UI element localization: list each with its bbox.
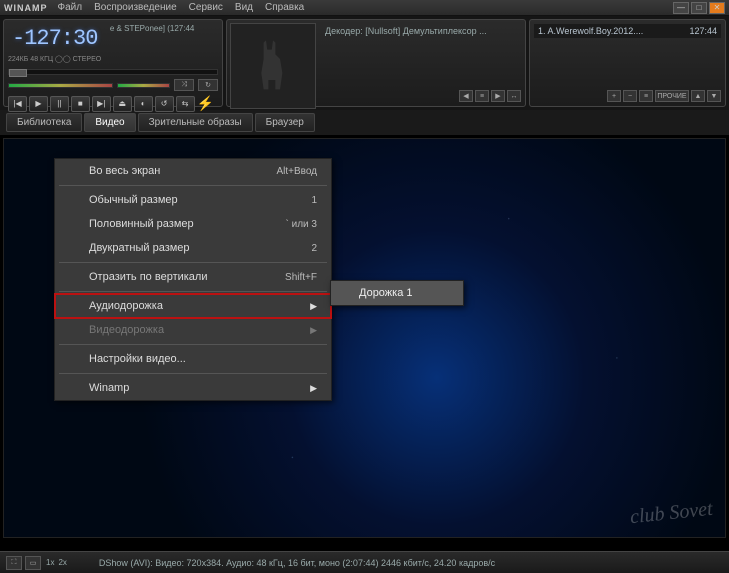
ctx-fullscreen[interactable]: Во весь экранAlt+Ввод <box>55 159 331 183</box>
ctx-audio-track[interactable]: Аудиодорожка▶ <box>55 294 331 318</box>
context-menu: Во весь экранAlt+Ввод Обычный размер1 По… <box>54 158 332 401</box>
ctx-video-track: Видеодорожка▶ <box>55 318 331 342</box>
chevron-right-icon: ▶ <box>310 325 317 336</box>
pl-other-button[interactable]: ПРОЧИЕ <box>655 90 689 102</box>
seek-thumb[interactable] <box>9 69 27 77</box>
app-brand: WINAMP <box>4 3 48 13</box>
volume-slider[interactable] <box>8 83 113 88</box>
song-meta: 224КБ 48 КГЦ ◯◯ СТЕРЕО <box>8 55 218 63</box>
status-normal-button[interactable]: ▭ <box>25 556 41 570</box>
ctx-video-settings[interactable]: Настройки видео... <box>55 347 331 371</box>
player-display-panel: -127:30 e & STEPonee] (127:44 224КБ 48 К… <box>3 19 223 107</box>
play-button[interactable]: ▶ <box>29 96 48 112</box>
tab-bar: Библиотека Видео Зрительные образы Брауз… <box>0 110 729 135</box>
aux3-button[interactable]: ⇆ <box>176 96 195 112</box>
playlist-item[interactable]: 1. A.Werewolf.Boy.2012.... 127:44 <box>534 24 721 38</box>
next-button[interactable]: ▶| <box>92 96 111 112</box>
repeat-toggle[interactable]: ↻ <box>198 79 218 91</box>
menu-view[interactable]: Вид <box>235 2 253 13</box>
playlist-panel: 1. A.Werewolf.Boy.2012.... 127:44 + − ≡ … <box>529 19 726 107</box>
shuffle-toggle[interactable]: ⤨ <box>174 79 194 91</box>
audio-track-submenu: Дорожка 1 <box>330 280 464 306</box>
ctx-separator <box>59 185 327 186</box>
pl-add-button[interactable]: + <box>607 90 621 102</box>
zoom-2x[interactable]: 2x <box>58 558 66 567</box>
pl-rem-button[interactable]: − <box>623 90 637 102</box>
decoder-panel: Декодер: [Nullsoft] Демультиплексор ... … <box>226 19 526 107</box>
seek-bar[interactable] <box>8 69 218 75</box>
ctx-separator <box>59 262 327 263</box>
playlist-item-time: 127:44 <box>689 26 717 36</box>
menu-playback[interactable]: Воспроизведение <box>94 2 177 13</box>
zoom-1x[interactable]: 1x <box>46 558 54 567</box>
album-art <box>230 23 316 109</box>
llama-icon <box>248 38 298 94</box>
minimize-button[interactable]: — <box>673 2 689 14</box>
time-display[interactable]: -127:30 <box>8 24 101 53</box>
ctx-separator <box>59 344 327 345</box>
ctx-separator <box>59 373 327 374</box>
pl-misc-button[interactable]: ≡ <box>639 90 653 102</box>
pl-up-button[interactable]: ▲ <box>691 90 705 102</box>
ctx-double-size[interactable]: Двукратный размер2 <box>55 236 331 260</box>
tab-vis[interactable]: Зрительные образы <box>138 113 253 132</box>
chevron-right-icon: ▶ <box>310 301 317 312</box>
dec-stretch-button[interactable]: ↔ <box>507 90 521 102</box>
dec-next-button[interactable]: ▶ <box>491 90 505 102</box>
balance-slider[interactable] <box>117 83 170 88</box>
maximize-button[interactable]: □ <box>691 2 707 14</box>
tab-browser[interactable]: Браузер <box>255 113 315 132</box>
aux2-button[interactable]: ↺ <box>155 96 174 112</box>
close-button[interactable]: ✕ <box>709 2 725 14</box>
pause-button[interactable]: || <box>50 96 69 112</box>
stop-button[interactable]: ■ <box>71 96 90 112</box>
prev-button[interactable]: |◀ <box>8 96 27 112</box>
ctx-flip-vertical[interactable]: Отразить по вертикалиShift+F <box>55 265 331 289</box>
player-top-row: -127:30 e & STEPonee] (127:44 224КБ 48 К… <box>0 16 729 110</box>
playlist-item-title: 1. A.Werewolf.Boy.2012.... <box>538 26 643 36</box>
menu-help[interactable]: Справка <box>265 2 304 13</box>
decoder-value: [Nullsoft] Демультиплексор ... <box>365 26 486 36</box>
tab-library[interactable]: Библиотека <box>6 113 82 132</box>
status-info: DShow (AVI): Видео: 720x384. Аудио: 48 к… <box>99 558 495 568</box>
ctx-separator <box>59 291 327 292</box>
dec-list-button[interactable]: ≡ <box>475 90 489 102</box>
pl-down-button[interactable]: ▼ <box>707 90 721 102</box>
menu-service[interactable]: Сервис <box>189 2 223 13</box>
dec-prev-button[interactable]: ◀ <box>459 90 473 102</box>
submenu-track-1[interactable]: Дорожка 1 <box>331 281 463 305</box>
decoder-label: Декодер: <box>325 26 363 36</box>
tab-video[interactable]: Видео <box>84 113 135 132</box>
lightning-icon[interactable]: ⚡ <box>197 95 218 112</box>
ctx-winamp[interactable]: Winamp▶ <box>55 376 331 400</box>
titlebar: WINAMP Файл Воспроизведение Сервис Вид С… <box>0 0 729 16</box>
eject-button[interactable]: ⏏ <box>113 96 132 112</box>
chevron-right-icon: ▶ <box>310 383 317 394</box>
status-bar: ⛶ ▭ 1x 2x DShow (AVI): Видео: 720x384. А… <box>0 551 729 573</box>
menu-file[interactable]: Файл <box>58 2 83 13</box>
ctx-half-size[interactable]: Половинный размер` или 3 <box>55 212 331 236</box>
status-fullscreen-button[interactable]: ⛶ <box>6 556 22 570</box>
ctx-normal-size[interactable]: Обычный размер1 <box>55 188 331 212</box>
aux1-button[interactable]: ◐ <box>134 96 153 112</box>
song-title: e & STEPonee] (127:44 <box>110 24 210 33</box>
